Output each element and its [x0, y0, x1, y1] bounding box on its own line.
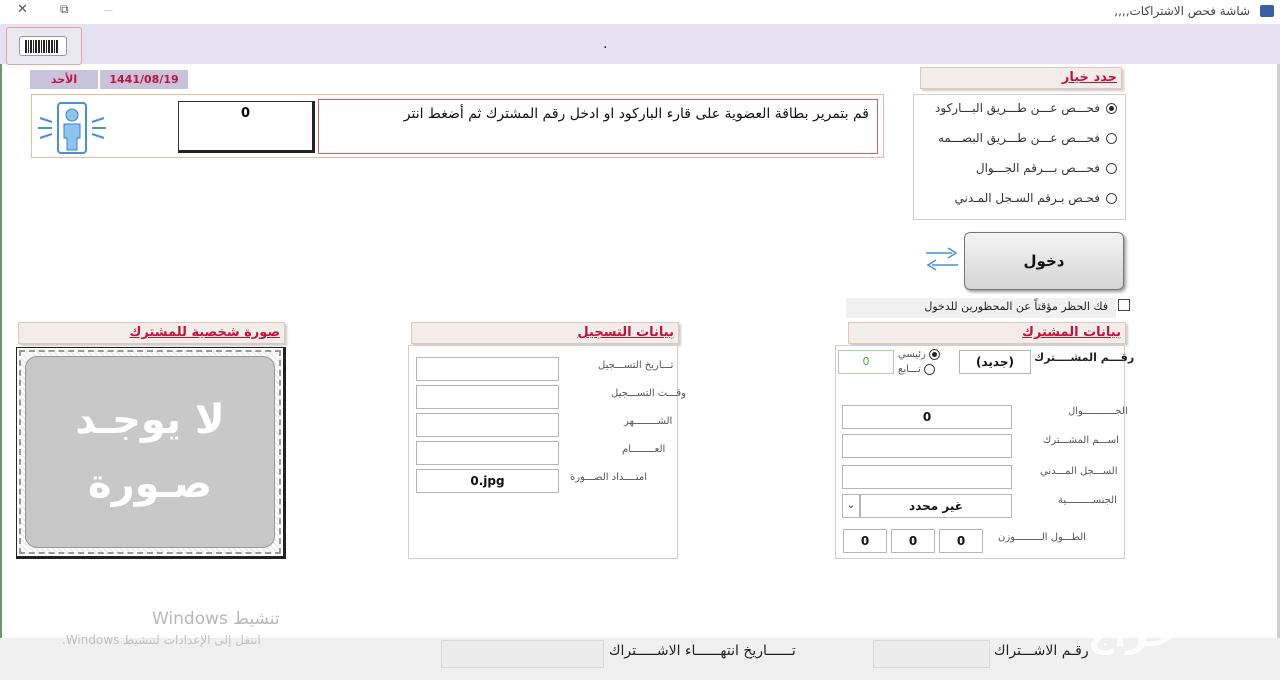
barcode-button[interactable]: [6, 27, 82, 65]
day-badge: الأحد: [30, 70, 98, 89]
restore-icon[interactable]: ⧉: [60, 2, 69, 17]
year-label: العــــــــام: [622, 444, 666, 455]
radio-barcode[interactable]: [1106, 102, 1117, 114]
header-marker: .: [603, 36, 608, 52]
subscriber-id-input[interactable]: 0: [178, 101, 315, 153]
activation-watermark-title: تنشيط Windows: [152, 609, 280, 629]
mobile-label: الجـــــــــــوال: [1068, 406, 1128, 417]
sub-number-label: رقـم الاشـــتراك: [994, 643, 1089, 659]
reg-time-field[interactable]: [416, 385, 559, 409]
photo-dashed-border: لا يوجـد صـورة: [19, 350, 281, 554]
end-date-label: تــــــاريخ انتهــــــاء الاشـــــتراك: [609, 643, 796, 659]
option-barcode[interactable]: فحـــص عـــن طـــريق البـــاركود: [917, 101, 1117, 115]
nationality-label: الجنســـــــــية: [1058, 495, 1117, 506]
radio-sub[interactable]: [923, 364, 935, 375]
window-title: شاشة فحص الاشتراكات,,,,: [1114, 4, 1250, 18]
reg-date-field[interactable]: [416, 357, 559, 381]
height-field[interactable]: 0: [939, 529, 983, 553]
header-strip: [0, 24, 1280, 64]
chevron-down-icon[interactable]: ⌄: [842, 494, 860, 518]
sub-number-field[interactable]: [873, 640, 990, 668]
month-field[interactable]: [416, 413, 559, 437]
weight-field[interactable]: 0: [891, 529, 935, 553]
swap-arrows-icon: [926, 247, 958, 271]
close-icon[interactable]: ✕: [17, 2, 28, 17]
ghost-logo: حراج: [1088, 614, 1175, 655]
type-main-option[interactable]: رئيسي: [898, 349, 940, 360]
no-photo-line1: لا يوجـد: [75, 397, 225, 443]
subscriber-id-label: رقـــم المشــــترك: [1034, 351, 1135, 364]
measure-field[interactable]: 0: [843, 529, 887, 553]
options-group: فحـــص عـــن طـــريق البـــاركود فحـــص …: [913, 94, 1126, 220]
nationality-select[interactable]: غير محدد: [860, 494, 1012, 518]
photo-ext-field[interactable]: 0.jpg: [416, 469, 559, 493]
activation-watermark-subtitle: انتقل إلى الإعدادات لتنشيط Windows.: [62, 633, 261, 647]
subscriber-id-status: (جديد): [959, 350, 1031, 374]
radio-mobile[interactable]: [1106, 162, 1117, 174]
photo-title: صورة شخصية للمشترك: [18, 322, 285, 344]
scan-instruction: قم بتمرير بطاقة العضوية على قارء الباركو…: [318, 99, 878, 154]
photo-frame[interactable]: لا يوجـد صـورة: [16, 347, 286, 559]
radio-main[interactable]: [928, 349, 940, 360]
barcode-icon: [19, 36, 67, 56]
civil-id-field[interactable]: [842, 465, 1012, 489]
no-photo-line2: صـورة: [87, 461, 213, 507]
option-mobile[interactable]: فحـــص بـــرقم الجـــوال: [917, 161, 1117, 175]
height-weight-label: الطـــول الـــــــــوزن: [998, 532, 1086, 543]
left-border: [0, 64, 2, 638]
dependents-counter[interactable]: 0: [838, 350, 894, 374]
reg-date-label: تـــاريخ التســـجيل: [598, 360, 674, 371]
minimize-icon[interactable]: —: [104, 6, 113, 16]
name-field[interactable]: [842, 434, 1012, 458]
no-photo-placeholder: لا يوجـد صـورة: [25, 356, 275, 548]
gate-person-icon: [38, 102, 106, 154]
civil-id-label: الســـجل المـــدني: [1040, 466, 1118, 477]
radio-fingerprint[interactable]: [1106, 132, 1117, 144]
app-icon: [1260, 5, 1274, 17]
options-title: حدد خيار: [920, 67, 1122, 89]
unblock-label: فك الحظر مؤقتاً عن المحظورين للدخول: [846, 298, 1116, 318]
mobile-field[interactable]: 0: [842, 405, 1012, 429]
photo-ext-label: امتــــداد الصـــورة: [570, 472, 648, 483]
unblock-checkbox[interactable]: [1118, 299, 1130, 311]
subscriber-title: بيانات المشترك: [848, 322, 1126, 344]
title-bar: ✕ ⧉ — شاشة فحص الاشتراكات,,,,: [0, 0, 1280, 24]
reg-time-label: وقـــت التســـجيل: [611, 388, 686, 399]
year-field[interactable]: [416, 441, 559, 465]
radio-civil-id[interactable]: [1106, 192, 1117, 204]
date-badge: 1441/08/19: [100, 70, 188, 89]
end-date-field[interactable]: [441, 640, 604, 668]
name-label: اســـم المشـــترك: [1043, 435, 1119, 446]
option-fingerprint[interactable]: فحـــص عـــن طـــريق البصـــمه: [917, 131, 1117, 145]
enter-button[interactable]: دخول: [964, 232, 1124, 290]
registration-title: بيانات التسجيل: [411, 322, 679, 344]
type-sub-option[interactable]: تـــابع: [898, 364, 935, 375]
month-label: الشــــــــهر: [624, 416, 673, 427]
option-civil-id[interactable]: فحـص بـرقم السـجل المـدني: [917, 191, 1117, 205]
